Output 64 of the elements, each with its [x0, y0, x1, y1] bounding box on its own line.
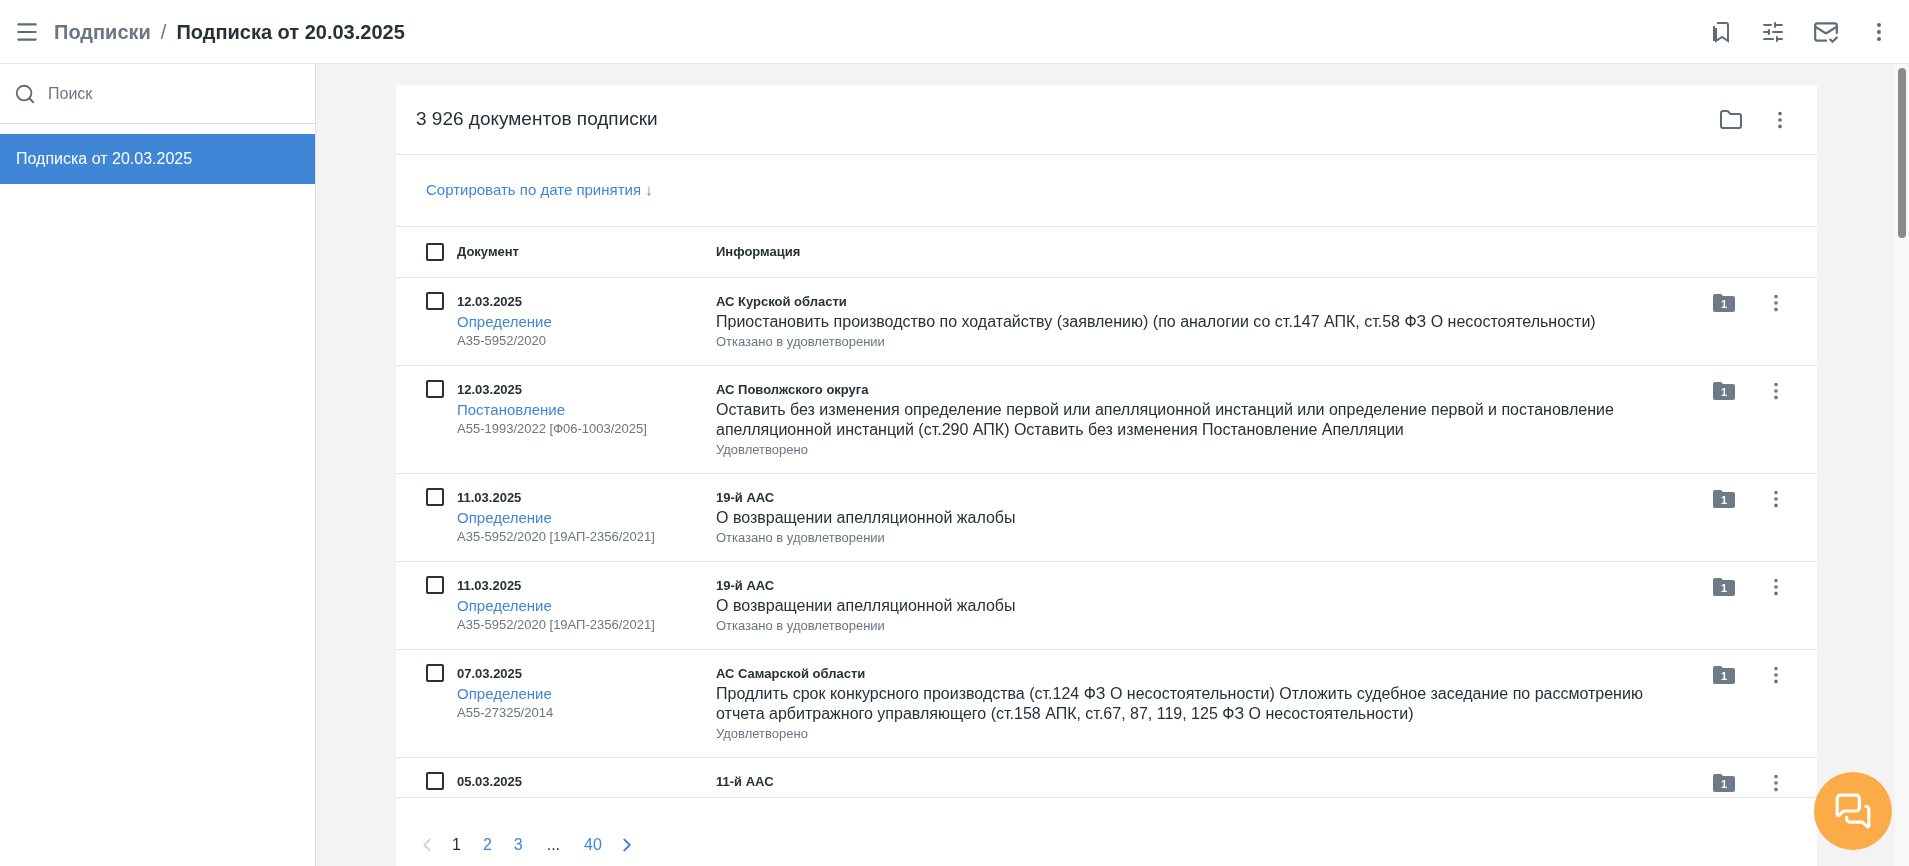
checkbox[interactable]	[426, 292, 444, 310]
breadcrumb-separator: /	[160, 19, 167, 45]
search-icon	[14, 82, 36, 105]
checkbox[interactable]	[426, 488, 444, 506]
document-type-link[interactable]: Постановление	[457, 400, 716, 419]
document-type-link[interactable]: Определение	[457, 312, 716, 331]
document-date: 07.03.2025	[457, 665, 524, 683]
pagination-ellipsis: ...	[545, 834, 562, 855]
attachments-badge[interactable]: 1	[1713, 382, 1735, 400]
case-number: А35-5952/2020 [19АП-2356/2021]	[457, 528, 656, 546]
attachments-badge[interactable]: 1	[1713, 294, 1735, 312]
column-header: Документ	[457, 243, 520, 262]
checkbox[interactable]	[426, 664, 444, 682]
document-type-link[interactable]: Определение	[457, 596, 716, 615]
document-description: Приостановить производство по ходатайству (заявлению) (по аналогии со ст.147 АПК, ст.58 ФЗ О несостоятельности)	[716, 312, 1597, 332]
document-description: Продлить срок конкурсного производства (ст.124 ФЗ О несостоятельности) Отложить судебное заседание по рассмотрению отчета арбитражного управляющего (ст.158 АПК, ст.67, 87, 119, 125 ФЗ О несостоятельности)	[716, 684, 1644, 724]
case-number: А35-5952/2020	[457, 332, 547, 350]
court-name: АС Поволжского округа	[716, 381, 870, 399]
document-type-link[interactable]: Определение	[457, 684, 716, 703]
document-date: 05.03.2025	[457, 773, 524, 791]
attachments-badge[interactable]: 1	[1713, 578, 1735, 596]
document-description: Оставить без изменения определение первой или апелляционной инстанций или определение первой и постановление апелляционной инстанций (ст.290 АПК) Оставить без изменения Постановление Апелляции	[716, 400, 1615, 440]
column-header: Информация	[716, 243, 801, 262]
document-status: Отказано в удовлетворении	[716, 529, 886, 547]
page-link[interactable]: 40	[576, 832, 610, 857]
sidebar-item[interactable]: Подписка от 20.03.2025	[0, 134, 315, 184]
document-status: Отказано в удовлетворении	[716, 617, 886, 635]
folder-icon[interactable]	[1719, 107, 1743, 132]
search-field[interactable]: Поиск	[48, 81, 301, 106]
filter-settings-icon[interactable]	[1761, 19, 1785, 44]
document-status: Отказано в удовлетворении	[716, 333, 886, 351]
document-date: 11.03.2025	[457, 577, 523, 595]
sort-link[interactable]: Сортировать по дате принятия ↓	[426, 179, 653, 202]
court-name: АС Самарской области	[716, 665, 867, 683]
court-name: 19-й ААС	[716, 489, 776, 507]
case-number: А35-5952/2020 [19АП-2356/2021]	[457, 616, 656, 634]
breadcrumb-item[interactable]: Подписки	[54, 16, 151, 47]
chat-icon	[1834, 792, 1872, 830]
court-name: 11-й ААС	[716, 773, 775, 791]
page-link[interactable]: 3	[505, 832, 531, 857]
checkbox[interactable]	[426, 380, 444, 398]
attachments-badge[interactable]: 1	[1713, 774, 1735, 792]
case-number: А55-27325/2014	[457, 704, 555, 722]
court-name: АС Курской области	[716, 293, 848, 311]
document-description: О возвращении апелляционной жалобы	[716, 596, 1017, 616]
document-status: Удовлетворено	[716, 441, 809, 459]
attachments-badge[interactable]: 1	[1713, 666, 1735, 684]
document-description: О возвращении апелляционной жалобы	[716, 508, 1017, 528]
document-status: Удовлетворено	[716, 725, 809, 743]
page-link[interactable]: 1	[444, 832, 469, 857]
attachments-badge[interactable]: 1	[1713, 490, 1735, 508]
page-link[interactable]: 2	[474, 832, 500, 857]
court-name: 19-й ААС	[716, 577, 776, 595]
checkbox[interactable]	[426, 243, 444, 261]
scrollbar[interactable]	[1895, 64, 1909, 866]
checkbox[interactable]	[426, 772, 444, 790]
document-type-link[interactable]: Определение	[457, 508, 716, 527]
document-date: 12.03.2025	[457, 293, 524, 311]
breadcrumb-item[interactable]: Подписка от 20.03.2025	[176, 16, 405, 47]
checkbox[interactable]	[426, 576, 444, 594]
card-title: 3 926 документов подписки	[416, 107, 658, 132]
document-date: 11.03.2025	[457, 489, 523, 507]
document-date: 12.03.2025	[457, 381, 524, 399]
case-number: А55-1993/2022 [Ф06-1003/2025]	[457, 420, 648, 438]
